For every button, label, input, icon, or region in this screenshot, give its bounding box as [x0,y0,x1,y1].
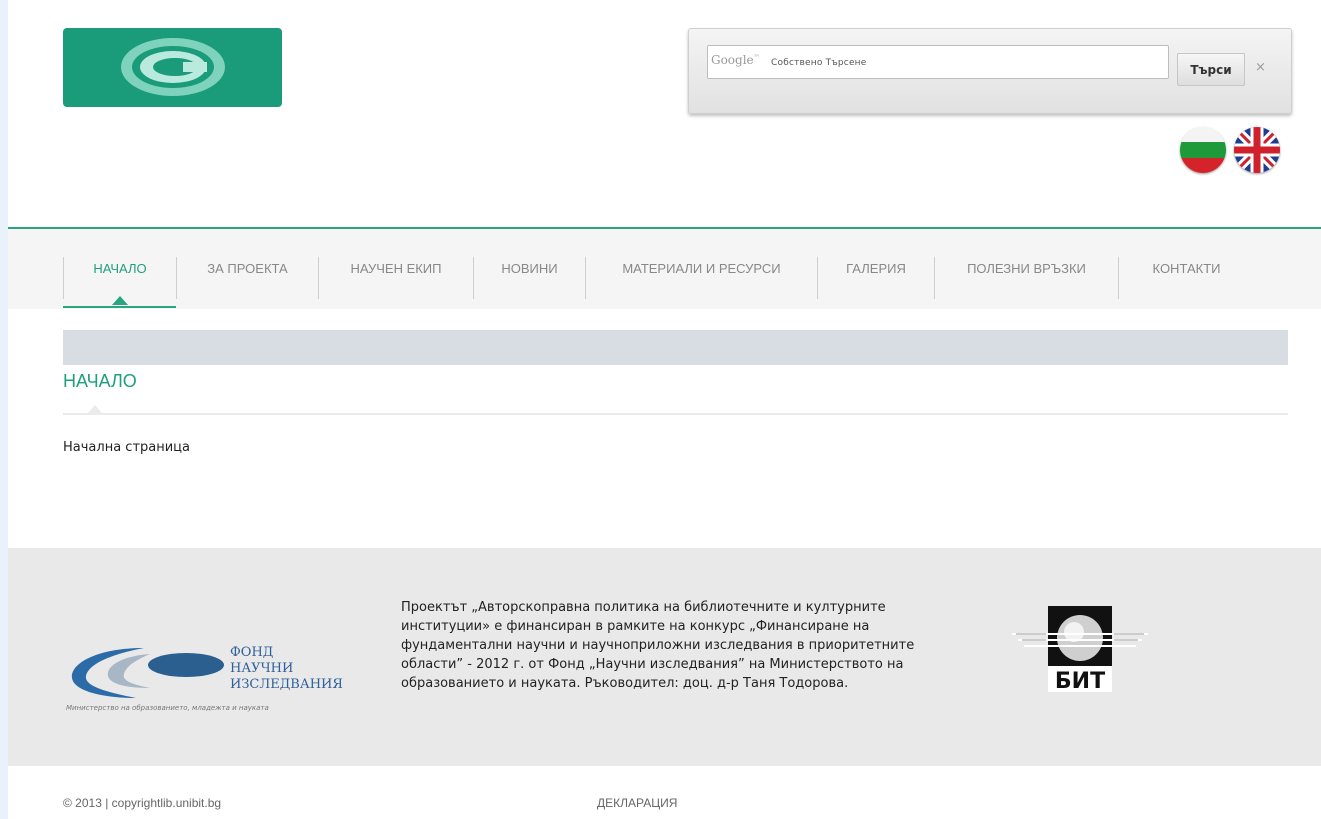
title-caret [88,405,102,413]
page-title: НАЧАЛО [63,371,137,391]
footer: ФОНД НАУЧНИ ИЗСЛЕДВАНИЯ Министерство на … [8,548,1321,766]
main-nav: НАЧАЛО ЗА ПРОЕКТА НАУЧЕН ЕКИП НОВИНИ МАТ… [8,227,1321,309]
active-nav-caret [112,296,128,305]
nav-item-home[interactable]: НАЧАЛО [64,257,176,299]
search-button[interactable]: Търси [1177,53,1245,86]
fund-logo-line2: НАУЧНИ [230,661,294,676]
title-divider [63,413,1288,415]
content-banner [63,330,1288,365]
declaration-link[interactable]: ДЕКЛАРАЦИЯ [597,796,677,810]
copyright-text: © 2013 | copyrightlib.unibit.bg [63,796,222,810]
flag-bulgaria-icon[interactable] [1180,127,1226,173]
clear-icon[interactable]: × [1255,60,1266,75]
search-input[interactable] [707,45,1169,79]
bit-logo[interactable]: БИТ [1012,604,1148,698]
nav-item-materials[interactable]: МАТЕРИАЛИ И РЕСУРСИ [586,257,817,299]
nav-item-links[interactable]: ПОЛЕЗНИ ВРЪЗКИ [935,257,1118,299]
copyright-icon [121,38,225,96]
nav-item-news[interactable]: НОВИНИ [474,257,585,299]
nav-item-team[interactable]: НАУЧЕН ЕКИП [319,257,473,299]
search-box: Google™ Собствено Търсене Търси × [688,28,1292,114]
site-logo[interactable] [63,28,282,107]
fund-swoosh-icon [71,648,224,698]
page-body-text: Начална страница [63,440,190,455]
page: Google™ Собствено Търсене Търси × НАЧАЛО… [8,0,1321,819]
fund-logo[interactable] [66,644,226,706]
fund-logo-text: ФОНД НАУЧНИ ИЗСЛЕДВАНИЯ [230,645,343,693]
fund-logo-line3: ИЗСЛЕДВАНИЯ [230,677,343,692]
fund-logo-subtitle: Министерство на образованието, младежта … [66,704,269,712]
nav-item-about[interactable]: ЗА ПРОЕКТА [177,257,318,299]
project-description: Проектът „Авторскоправна политика на биб… [401,600,915,691]
flag-uk-icon[interactable] [1234,127,1280,173]
bit-logo-icon: БИТ [1012,606,1148,694]
nav-item-contacts[interactable]: КОНТАКТИ [1119,257,1254,299]
bit-logo-text: БИТ [1055,669,1105,694]
nav-item-gallery[interactable]: ГАЛЕРИЯ [818,257,934,299]
active-nav-underline [63,306,176,308]
fund-logo-line1: ФОНД [230,645,274,660]
